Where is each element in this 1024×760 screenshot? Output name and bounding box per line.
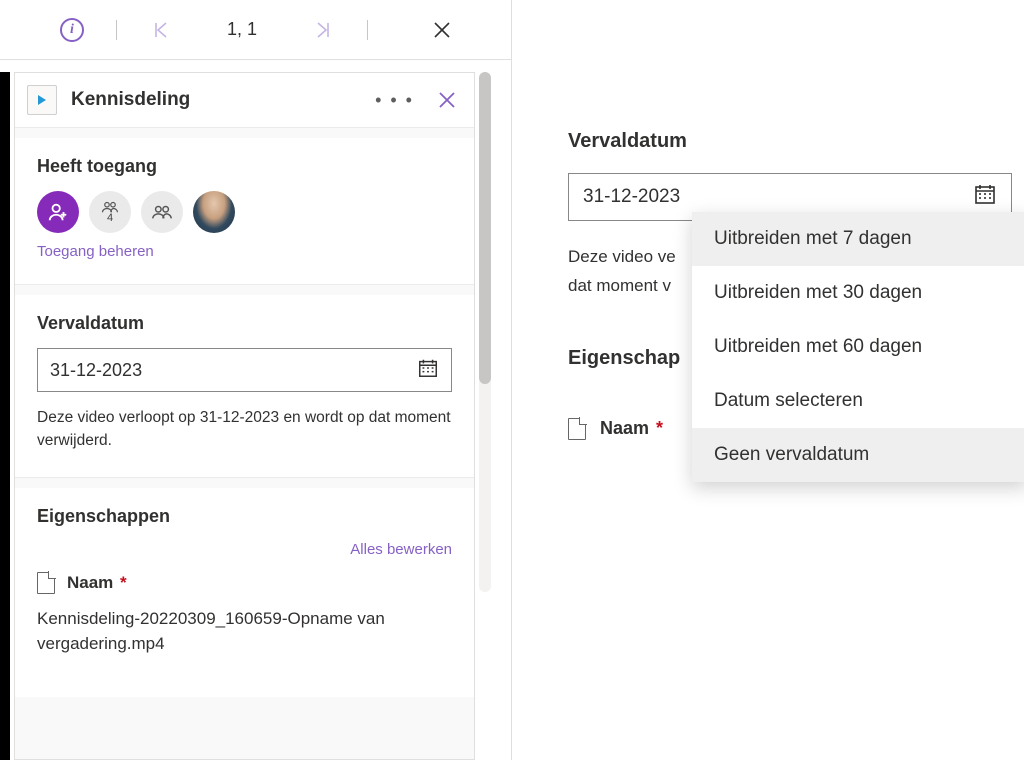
first-item-button[interactable] bbox=[139, 8, 183, 52]
info-button[interactable]: i bbox=[50, 8, 94, 52]
group-count: 4 bbox=[107, 213, 113, 224]
shared-people-chip[interactable] bbox=[141, 191, 183, 233]
preview-edge bbox=[0, 72, 10, 760]
access-avatars: 4 bbox=[37, 191, 452, 233]
no-expiry-option[interactable]: Geen vervaldatum bbox=[692, 428, 1024, 482]
people-icon bbox=[151, 204, 173, 220]
close-viewer-button[interactable] bbox=[420, 8, 464, 52]
expiry-date-input[interactable]: 31-12-2023 bbox=[37, 348, 452, 392]
play-icon bbox=[38, 95, 46, 105]
info-icon: i bbox=[60, 18, 84, 42]
expiry-date-value: 31-12-2023 bbox=[583, 186, 680, 208]
name-label: Naam * bbox=[67, 573, 127, 593]
extend-60-days-option[interactable]: Uitbreiden met 60 dagen bbox=[692, 320, 1024, 374]
user-avatar[interactable] bbox=[193, 191, 235, 233]
scrollbar-thumb[interactable] bbox=[479, 72, 491, 384]
divider bbox=[367, 20, 368, 40]
name-value[interactable]: Kennisdeling-20220309_160659-Opname van … bbox=[37, 606, 452, 657]
expiry-options-menu: Uitbreiden met 7 dagen Uitbreiden met 30… bbox=[692, 212, 1024, 482]
close-icon bbox=[433, 21, 451, 39]
chevron-last-icon bbox=[314, 21, 332, 39]
divider bbox=[116, 20, 117, 40]
pick-date-option[interactable]: Datum selecteren bbox=[692, 374, 1024, 428]
panel-header: Kennisdeling • • • bbox=[15, 73, 474, 128]
add-people-button[interactable] bbox=[37, 191, 79, 233]
viewer-column: i 1, 1 bbox=[0, 0, 512, 760]
expiry-note-clipped: Deze video ve dat moment v bbox=[568, 243, 688, 301]
expiry-note: Deze video verloopt op 31-12-2023 en wor… bbox=[37, 406, 452, 453]
expiry-date-value: 31-12-2023 bbox=[50, 360, 142, 381]
extend-7-days-option[interactable]: Uitbreiden met 7 dagen bbox=[692, 212, 1024, 266]
close-icon bbox=[438, 91, 456, 109]
name-label: Naam * bbox=[600, 418, 663, 439]
properties-title: Eigenschappen bbox=[37, 506, 452, 527]
video-file-icon bbox=[27, 85, 57, 115]
name-property-row: Naam * bbox=[37, 572, 452, 594]
expiry-section: Vervaldatum 31-12-2023 Deze video verloo… bbox=[15, 295, 474, 478]
more-options-button[interactable]: • • • bbox=[365, 90, 424, 111]
expiry-title: Vervaldatum bbox=[568, 130, 1018, 153]
access-title: Heeft toegang bbox=[37, 156, 452, 177]
access-section: Heeft toegang bbox=[15, 138, 474, 285]
file-icon bbox=[568, 418, 586, 440]
properties-section: Eigenschappen Alles bewerken Naam * Kenn… bbox=[15, 488, 474, 697]
chevron-first-icon bbox=[152, 21, 170, 39]
detail-popout-column: Vervaldatum 31-12-2023 Deze video ve dat… bbox=[512, 0, 1024, 760]
edit-all-link[interactable]: Alles bewerken bbox=[37, 541, 452, 558]
extend-30-days-option[interactable]: Uitbreiden met 30 dagen bbox=[692, 266, 1024, 320]
pager-display: 1, 1 bbox=[183, 8, 301, 52]
details-panel: Kennisdeling • • • Heeft toegang bbox=[14, 72, 475, 760]
close-panel-button[interactable] bbox=[438, 91, 456, 109]
calendar-icon bbox=[973, 182, 997, 212]
required-indicator: * bbox=[120, 573, 127, 592]
panel-scrollbar[interactable] bbox=[479, 72, 491, 592]
calendar-icon bbox=[417, 357, 439, 384]
viewer-toolbar: i 1, 1 bbox=[0, 0, 511, 60]
manage-access-link[interactable]: Toegang beheren bbox=[37, 243, 452, 260]
required-indicator: * bbox=[656, 418, 663, 438]
file-icon bbox=[37, 572, 55, 594]
last-item-button[interactable] bbox=[301, 8, 345, 52]
panel-title: Kennisdeling bbox=[71, 89, 351, 111]
people-icon bbox=[101, 201, 119, 213]
person-add-icon bbox=[47, 201, 69, 223]
group-count-chip[interactable]: 4 bbox=[89, 191, 131, 233]
expiry-title: Vervaldatum bbox=[37, 313, 452, 334]
